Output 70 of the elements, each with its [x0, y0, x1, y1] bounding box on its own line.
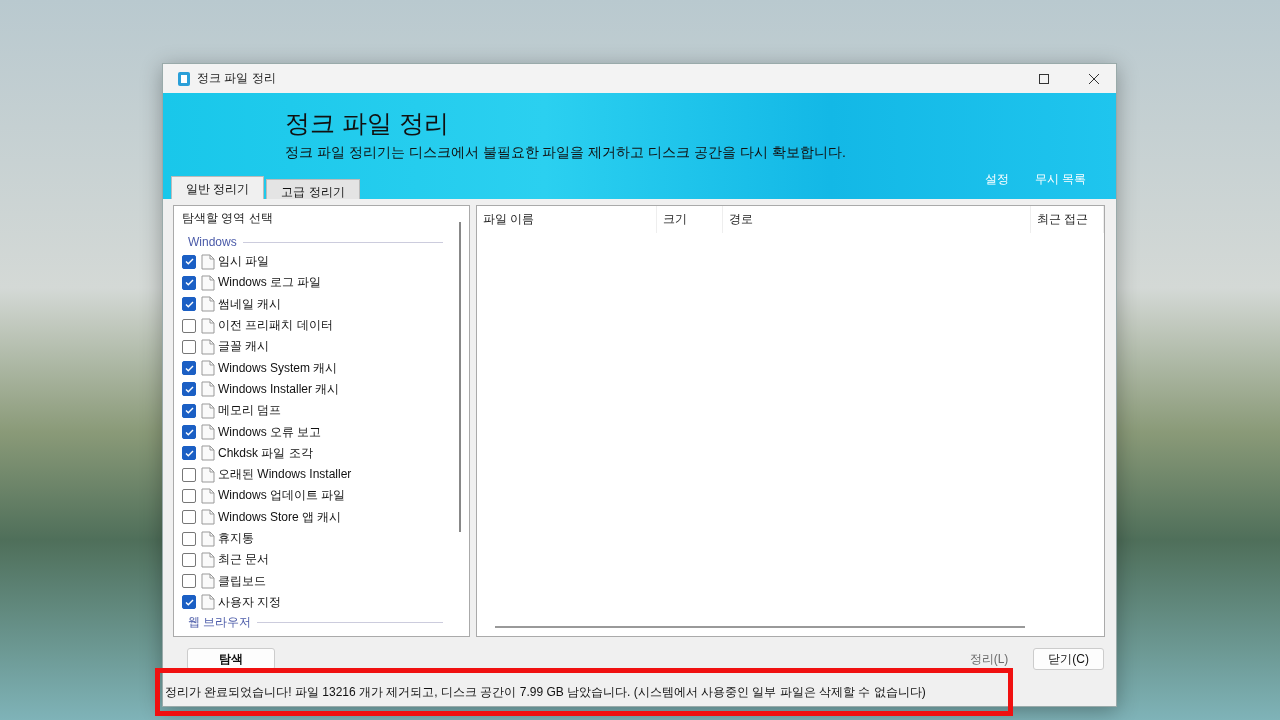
document-icon [201, 509, 215, 526]
area-label[interactable]: 클립보드 [218, 572, 266, 590]
checkbox[interactable] [182, 297, 196, 312]
area-label[interactable]: Windows 로그 파일 [218, 274, 322, 292]
area-label[interactable]: 이전 프리패치 데이터 [218, 317, 333, 335]
area-label[interactable]: 오래된 Windows Installer [218, 466, 352, 484]
document-icon [201, 424, 215, 440]
scrollbar[interactable] [459, 222, 461, 532]
document-icon [201, 296, 215, 313]
area-label[interactable]: 썸네일 캐시 [218, 295, 282, 313]
document-icon [201, 253, 215, 270]
area-label[interactable]: Windows 업데이트 파일 [218, 487, 346, 505]
area-label[interactable]: Chkdsk 파일 조각 [218, 444, 313, 462]
checkbox[interactable] [182, 339, 196, 354]
area-label[interactable]: 메모리 덤프 [218, 402, 282, 420]
document-icon [201, 402, 215, 419]
document-icon [201, 573, 215, 590]
scrollbar[interactable] [495, 626, 1025, 628]
area-label[interactable]: 최근 문서 [218, 551, 270, 569]
area-label[interactable]: 글꼴 캐시 [218, 338, 270, 356]
tab[interactable]: 일반 정리기 [171, 176, 265, 199]
document-icon [201, 445, 215, 462]
checkbox[interactable] [182, 275, 196, 290]
document-icon [201, 360, 215, 377]
area-label[interactable]: 사용자 지정 [218, 593, 282, 611]
document-icon [201, 466, 215, 483]
area-label[interactable]: 임시 파일 [218, 253, 270, 271]
document-icon [201, 381, 215, 398]
column-header[interactable]: 경로 [723, 206, 1031, 233]
checkbox[interactable] [182, 595, 196, 610]
tab[interactable]: 고급 정리기 [266, 179, 360, 199]
area-label[interactable]: Windows 오류 보고 [218, 423, 322, 441]
checkbox[interactable] [182, 574, 196, 589]
banner-title: 정크 파일 정리 [285, 108, 450, 139]
checkbox[interactable] [182, 467, 196, 482]
document-icon [201, 274, 215, 291]
dialog-button[interactable]: 닫기(C) [1033, 648, 1104, 670]
checkbox[interactable] [182, 510, 196, 525]
area-label[interactable]: Windows System 캐시 [218, 359, 338, 377]
area-label[interactable]: Windows Store 앱 캐시 [218, 508, 342, 526]
document-icon [201, 317, 215, 334]
document-icon [201, 338, 215, 355]
banner-subtitle: 정크 파일 정리기는 디스크에서 불필요한 파일을 제거하고 디스크 공간을 다시 확보합니다. [285, 144, 847, 162]
document-icon [201, 594, 215, 611]
checkbox[interactable] [182, 361, 196, 376]
checkbox[interactable] [182, 382, 196, 397]
checkbox[interactable] [182, 254, 196, 269]
checkbox[interactable] [182, 552, 196, 567]
area-label[interactable]: Windows Installer 캐시 [218, 380, 340, 398]
area-label[interactable]: 휴지통 [218, 530, 254, 547]
document-icon [201, 551, 215, 568]
close-icon[interactable] [1089, 73, 1099, 84]
checkbox[interactable] [182, 488, 196, 503]
checkbox[interactable] [182, 318, 196, 333]
document-icon [201, 530, 215, 547]
checkbox[interactable] [182, 403, 196, 418]
checkbox[interactable] [182, 446, 196, 461]
column-header[interactable]: 최근 접근 [1031, 206, 1104, 233]
group-label: Windows [188, 235, 237, 249]
checkbox[interactable] [182, 425, 196, 439]
maximize-icon[interactable] [1039, 73, 1049, 84]
column-header[interactable]: 크기 [657, 206, 723, 233]
document-icon [201, 487, 215, 504]
dialog-button[interactable]: 탐색 [187, 648, 275, 670]
status-text: 정리가 완료되었습니다! 파일 13216 개가 제거되고, 디스크 공간이 7.99 GB 남았습니다. (시스템에서 사용중인 일부 파일은 삭제할 수 없습니다) [165, 683, 926, 701]
column-header[interactable]: 파일 이름 [477, 206, 657, 233]
list-heading: 탐색할 영역 선택 [182, 210, 274, 227]
checkbox[interactable] [182, 531, 196, 546]
group-label: 웹 브라우저 [188, 613, 252, 631]
window-title: 정크 파일 정리 [197, 70, 277, 87]
